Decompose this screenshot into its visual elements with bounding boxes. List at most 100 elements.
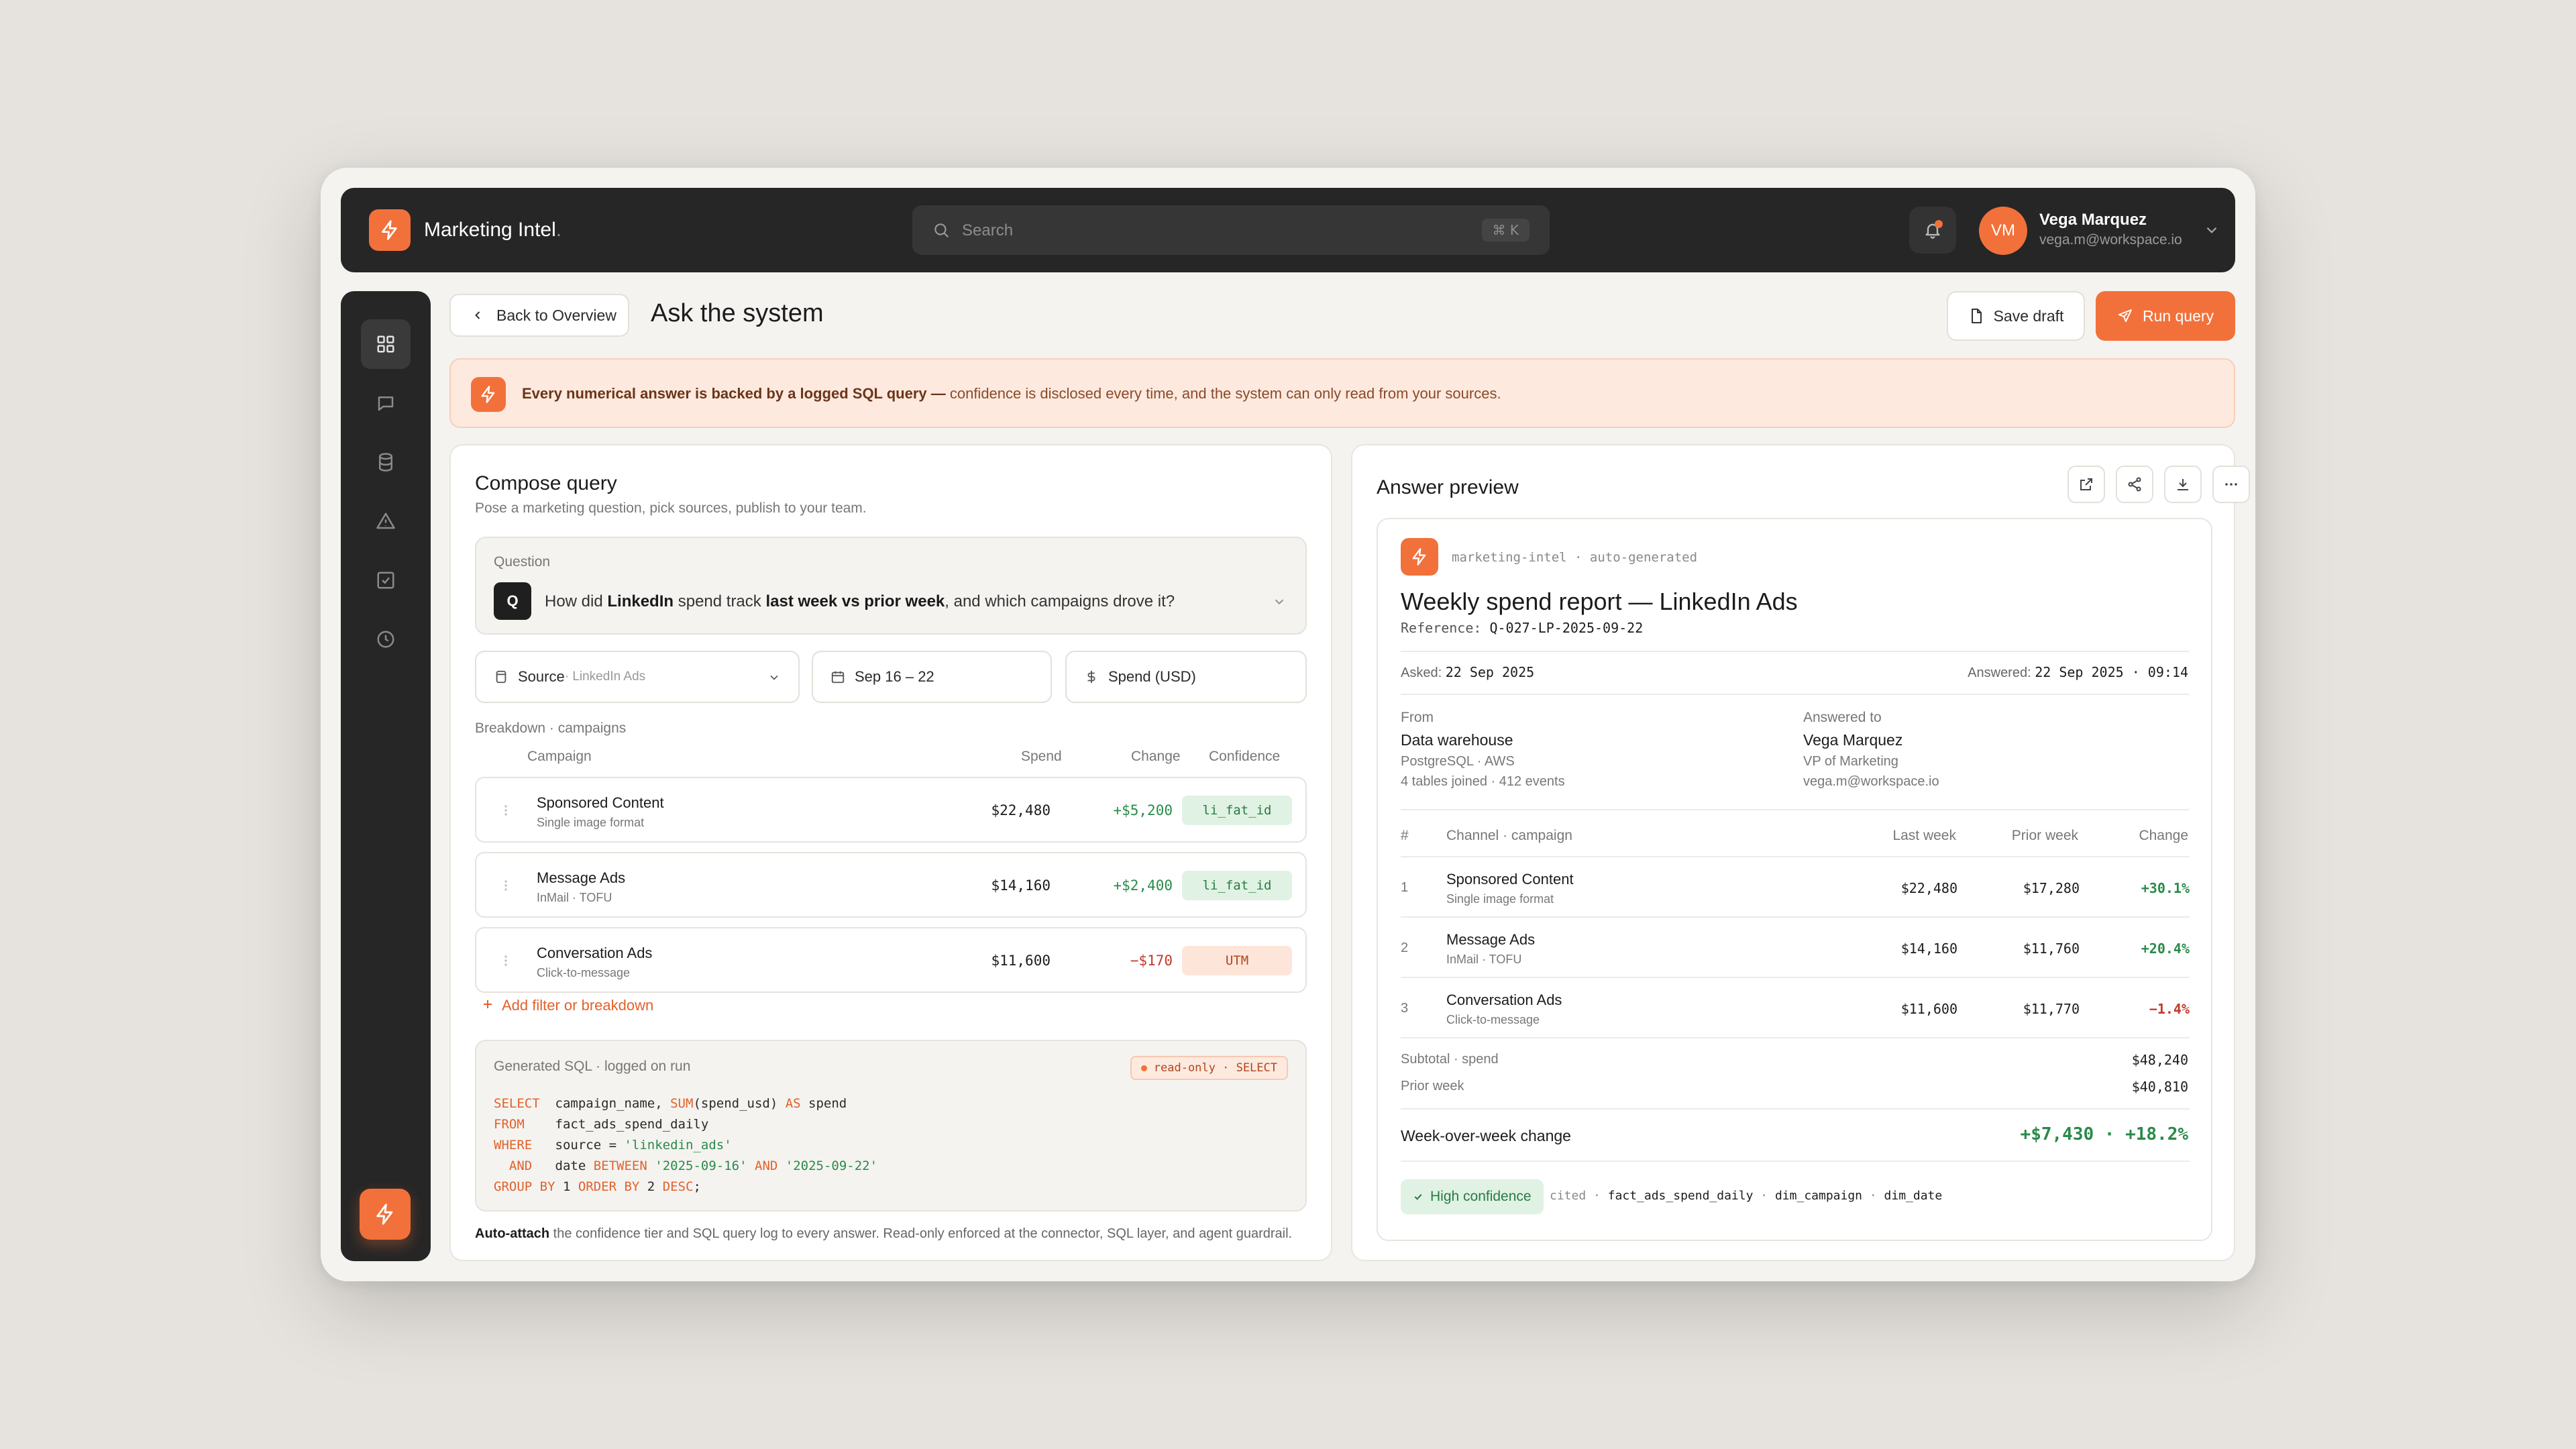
send-icon	[2118, 309, 2132, 322]
chevron-down-icon[interactable]	[1272, 594, 1287, 609]
metric-select[interactable]: Spend (USD)	[1065, 651, 1307, 703]
save-label: Save draft	[1993, 307, 2064, 325]
sidebar-item-chat[interactable]	[361, 378, 411, 428]
warning-icon	[376, 513, 395, 529]
notification-dot	[1935, 220, 1943, 228]
brand-logo[interactable]	[369, 209, 411, 251]
to-detail: VP of Marketing	[1803, 754, 1898, 769]
assistant-button[interactable]	[360, 1189, 411, 1240]
more-options-button[interactable]	[2212, 466, 2250, 503]
bolt-icon	[471, 377, 506, 412]
row-last-week: $22,480	[1900, 880, 1957, 896]
campaign-spend: $22,480	[991, 802, 1051, 818]
sql-label: Generated SQL · logged on run	[494, 1059, 691, 1074]
campaign-spend: $11,600	[991, 953, 1051, 969]
bolt-icon	[1401, 538, 1438, 576]
to-label: Answered to	[1803, 710, 1882, 725]
row-subtitle: Single image format	[1446, 892, 1554, 906]
checkbox-icon	[377, 572, 394, 589]
database-icon	[379, 453, 392, 472]
date-range-value: Sep 16 – 22	[855, 668, 934, 685]
table-row[interactable]: Sponsored Content Single image format $2…	[475, 777, 1307, 843]
notifications-button[interactable]	[1909, 207, 1956, 254]
campaign-change: −$170	[1130, 953, 1173, 969]
row-name: Sponsored Content	[1446, 871, 1574, 888]
drag-handle-icon[interactable]	[502, 877, 510, 894]
sidebar-item-history[interactable]	[361, 614, 411, 664]
compose-title: Compose query	[475, 472, 617, 494]
row-prior-week: $17,280	[2023, 880, 2080, 896]
sidebar-item-data[interactable]	[361, 437, 411, 487]
brand-name: Marketing Intel.	[424, 219, 562, 241]
subtotal-label: Subtotal · spend	[1401, 1052, 1499, 1067]
row-number: 3	[1401, 1001, 1409, 1016]
database-icon	[496, 670, 506, 684]
campaign-change: +$2,400	[1113, 877, 1173, 894]
bolt-icon	[382, 220, 397, 240]
user-email: vega.m@workspace.io	[2039, 232, 2182, 248]
grid-icon	[377, 335, 394, 353]
table-row[interactable]: Conversation Ads Click-to-message $11,60…	[475, 927, 1307, 993]
from-name: Data warehouse	[1401, 731, 1513, 749]
chat-icon	[378, 396, 394, 411]
campaign-spend: $14,160	[991, 877, 1051, 894]
table-row: 1 Sponsored Content Single image format …	[1401, 856, 2190, 916]
more-icon	[2225, 483, 2237, 486]
column-header-prior-week: Prior week	[2011, 828, 2078, 843]
row-subtitle: Click-to-message	[1446, 1013, 1540, 1026]
question-field[interactable]: Question Q How did LinkedIn spend track …	[475, 537, 1307, 635]
open-external-button[interactable]	[2068, 466, 2105, 503]
subtotal-value: $48,240	[2131, 1052, 2188, 1068]
drag-handle-icon[interactable]	[502, 802, 510, 818]
calendar-icon	[831, 671, 845, 684]
sidebar-item-dashboard[interactable]	[361, 319, 411, 369]
back-button[interactable]: Back to Overview	[449, 294, 629, 337]
column-header-confidence: Confidence	[1209, 749, 1281, 764]
confidence-badge: High confidence	[1401, 1179, 1544, 1214]
read-only-badge: read-only · SELECT	[1130, 1056, 1288, 1080]
table-row: 3 Conversation Ads Click-to-message $11,…	[1401, 977, 2190, 1037]
share-button[interactable]	[2116, 466, 2153, 503]
app-window: Marketing Intel. Search ⌘ K VM Vega Marq…	[321, 168, 2255, 1281]
drag-handle-icon[interactable]	[502, 953, 510, 969]
add-filter-button[interactable]: Add filter or breakdown	[482, 997, 653, 1014]
column-header-change: Change	[2139, 828, 2188, 843]
run-query-button[interactable]: Run query	[2096, 291, 2235, 341]
column-header-change: Change	[1131, 749, 1181, 764]
external-link-icon	[2080, 478, 2092, 490]
save-draft-button[interactable]: Save draft	[1947, 291, 2085, 341]
campaign-subtitle: Click-to-message	[537, 966, 631, 979]
from-detail: PostgreSQL · AWS	[1401, 754, 1515, 769]
top-bar: Marketing Intel. Search ⌘ K VM Vega Marq…	[341, 188, 2235, 272]
page-title: Ask the system	[651, 299, 824, 327]
row-prior-week: $11,770	[2023, 1001, 2080, 1017]
source-select[interactable]: Source · LinkedIn Ads	[475, 651, 800, 703]
source-label: Source	[518, 668, 565, 685]
cited-tables: cited · fact_ads_spend_daily · dim_campa…	[1550, 1189, 1943, 1203]
avatar[interactable]: VM	[1979, 207, 2027, 255]
source-value: · LinkedIn Ads	[564, 669, 646, 684]
search-input[interactable]: Search ⌘ K	[912, 205, 1550, 255]
row-name: Conversation Ads	[1446, 991, 1562, 1008]
date-range-picker[interactable]: Sep 16 – 22	[812, 651, 1052, 703]
column-header-channel: Channel · campaign	[1446, 828, 1572, 843]
campaign-change: +$5,200	[1113, 802, 1173, 818]
download-button[interactable]	[2164, 466, 2202, 503]
report-reference: Reference: Q-027-LP-2025-09-22	[1401, 620, 1644, 636]
sidebar-item-tasks[interactable]	[361, 555, 411, 605]
search-placeholder: Search	[962, 221, 1014, 239]
row-number: 2	[1401, 941, 1409, 955]
row-name: Message Ads	[1446, 931, 1536, 948]
compose-subtitle: Pose a marketing question, pick sources,…	[475, 500, 867, 516]
confidence-badge: UTM	[1182, 946, 1292, 975]
table-row[interactable]: Message Ads InMail · TOFU $14,160 +$2,40…	[475, 852, 1307, 918]
sidebar-item-alerts[interactable]	[361, 496, 411, 546]
answered-date: Answered: 22 Sep 2025 · 09:14	[1968, 664, 2188, 680]
campaign-subtitle: InMail · TOFU	[537, 891, 612, 904]
banner-text: Every numerical answer is backed by a lo…	[522, 385, 1501, 402]
row-change: +30.1%	[2141, 880, 2190, 896]
plus-icon	[484, 1000, 492, 1008]
bolt-icon	[376, 1203, 393, 1225]
chevron-down-icon[interactable]	[2203, 221, 2220, 239]
compose-query-panel: Compose query Pose a marketing question,…	[449, 444, 1332, 1261]
